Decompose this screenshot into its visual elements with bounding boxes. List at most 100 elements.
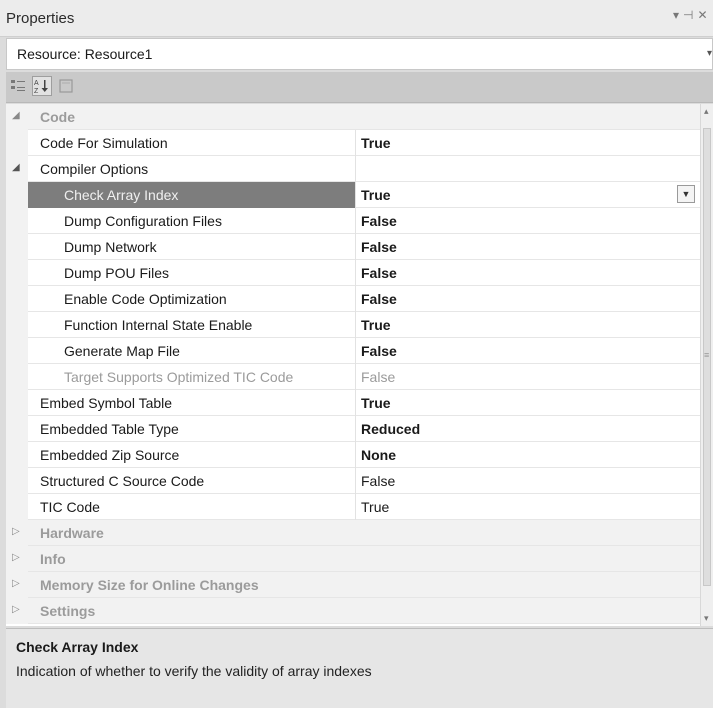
column-separator[interactable] — [355, 442, 356, 468]
row-gutter — [6, 364, 28, 390]
categorized-icon[interactable] — [10, 78, 26, 96]
column-separator[interactable] — [355, 390, 356, 416]
column-separator[interactable] — [355, 234, 356, 260]
column-separator[interactable] — [355, 494, 356, 520]
category-row-memory-size-for-online-changes[interactable]: ▷ Memory Size for Online Changes — [6, 572, 700, 598]
property-row-function-internal-state-enable[interactable]: Function Internal State Enable True — [6, 312, 700, 338]
property-row-embedded-table-type[interactable]: Embedded Table Type Reduced — [6, 416, 700, 442]
category-label: Compiler Options — [40, 161, 149, 177]
column-separator[interactable] — [355, 156, 356, 182]
row-gutter — [6, 442, 28, 468]
property-row-dump-configuration-files[interactable]: Dump Configuration Files False — [6, 208, 700, 234]
close-icon[interactable]: ✕ — [697, 8, 707, 26]
row-gutter — [6, 234, 28, 260]
property-value[interactable]: False — [361, 369, 395, 385]
category-label: Settings — [40, 603, 96, 619]
property-pages-icon[interactable] — [58, 78, 74, 96]
property-value[interactable]: Reduced — [361, 421, 420, 437]
property-value[interactable]: True — [361, 317, 391, 333]
description-pane: Check Array Index Indication of whether … — [6, 628, 713, 708]
property-row-dump-pou-files[interactable]: Dump POU Files False — [6, 260, 700, 286]
column-separator[interactable] — [355, 338, 356, 364]
object-selector-value: Resource: Resource1 — [17, 46, 153, 62]
row-gutter — [6, 260, 28, 286]
row-gutter — [6, 338, 28, 364]
property-value[interactable]: False — [361, 239, 397, 255]
property-row-tic-code[interactable]: TIC Code True — [6, 494, 700, 520]
property-name: Dump POU Files — [64, 265, 170, 281]
property-value[interactable]: False — [361, 343, 397, 359]
window-position-dropdown-icon[interactable]: ▾ — [673, 8, 679, 26]
chevron-down-icon[interactable]: ▾ — [707, 48, 712, 59]
category-row-hardware[interactable]: ▷ Hardware — [6, 520, 700, 546]
scroll-down-icon[interactable]: ▾ — [704, 613, 709, 624]
alphabetical-icon[interactable]: AZ — [32, 76, 52, 96]
category-row-settings[interactable]: ▷ Settings — [6, 598, 700, 624]
collapse-icon[interactable]: ◢ — [12, 110, 20, 121]
property-name: Embedded Table Type — [40, 421, 179, 437]
property-row-dump-network[interactable]: Dump Network False — [6, 234, 700, 260]
column-separator[interactable] — [355, 468, 356, 494]
property-row-check-array-index[interactable]: Check Array Index True ▼ — [6, 182, 700, 208]
property-row-enable-code-optimization[interactable]: Enable Code Optimization False — [6, 286, 700, 312]
column-separator[interactable] — [355, 416, 356, 442]
property-row-code-for-simulation[interactable]: Code For Simulation True — [6, 130, 700, 156]
property-value[interactable]: None — [361, 447, 396, 463]
property-value[interactable]: True — [361, 135, 391, 151]
column-separator[interactable] — [355, 182, 356, 208]
property-row-embed-symbol-table[interactable]: Embed Symbol Table True — [6, 390, 700, 416]
row-gutter — [6, 494, 28, 520]
property-row-target-supports-optimized-tic-code[interactable]: Target Supports Optimized TIC Code False — [6, 364, 700, 390]
svg-text:Z: Z — [34, 88, 39, 95]
property-value[interactable]: True — [361, 395, 391, 411]
row-gutter — [6, 468, 28, 494]
property-row-structured-c-source-code[interactable]: Structured C Source Code False — [6, 468, 700, 494]
column-separator[interactable] — [355, 260, 356, 286]
property-name: Check Array Index — [64, 187, 179, 203]
property-value[interactable]: False — [361, 473, 395, 489]
collapse-icon[interactable]: ◢ — [12, 162, 20, 173]
properties-toolbar: AZ — [6, 72, 713, 103]
category-row-code[interactable]: ◢ Code — [6, 104, 700, 130]
object-selector-dropdown[interactable]: Resource: Resource1 ▾ — [6, 38, 713, 70]
property-value[interactable]: False — [361, 213, 397, 229]
scroll-up-icon[interactable]: ▴ — [704, 106, 709, 117]
property-name: Embedded Zip Source — [40, 447, 180, 463]
category-row-compiler-options[interactable]: ◢ Compiler Options — [6, 156, 700, 182]
category-row-info[interactable]: ▷ Info — [6, 546, 700, 572]
property-value[interactable]: True — [361, 499, 389, 515]
row-gutter — [6, 182, 28, 208]
category-label: Hardware — [40, 525, 104, 541]
property-value[interactable]: True — [361, 187, 391, 203]
column-separator[interactable] — [355, 364, 356, 390]
expand-icon[interactable]: ▷ — [12, 552, 20, 563]
property-name: Dump Configuration Files — [64, 213, 222, 229]
column-separator[interactable] — [355, 286, 356, 312]
property-row-embedded-zip-source[interactable]: Embedded Zip Source None — [6, 442, 700, 468]
scroll-grip-icon: ≡ — [704, 350, 710, 360]
column-separator[interactable] — [355, 208, 356, 234]
description-text: Indication of whether to verify the vali… — [16, 663, 372, 679]
property-name: Code For Simulation — [40, 135, 168, 151]
auto-hide-pin-icon[interactable]: ⊣ — [683, 8, 693, 26]
property-name: Function Internal State Enable — [64, 317, 253, 333]
property-grid[interactable]: ◢ Code Code For Simulation True ◢ Compiler Op… — [6, 104, 700, 626]
row-gutter — [6, 416, 28, 442]
expand-icon[interactable]: ▷ — [12, 526, 20, 537]
value-dropdown-icon[interactable]: ▼ — [677, 185, 695, 203]
column-separator[interactable] — [355, 130, 356, 156]
category-label: Info — [40, 551, 66, 567]
vertical-scrollbar[interactable]: ▴ ≡ ▾ — [700, 104, 713, 626]
expand-icon[interactable]: ▷ — [12, 604, 20, 615]
description-title: Check Array Index — [16, 639, 139, 655]
property-name: Target Supports Optimized TIC Code — [64, 369, 294, 385]
property-name: Embed Symbol Table — [40, 395, 173, 411]
column-separator[interactable] — [355, 312, 356, 338]
property-row-generate-map-file[interactable]: Generate Map File False — [6, 338, 700, 364]
property-value[interactable]: False — [361, 265, 397, 281]
row-gutter — [6, 286, 28, 312]
expand-icon[interactable]: ▷ — [12, 578, 20, 589]
property-value[interactable]: False — [361, 291, 397, 307]
property-name: Structured C Source Code — [40, 473, 205, 489]
row-gutter — [6, 390, 28, 416]
